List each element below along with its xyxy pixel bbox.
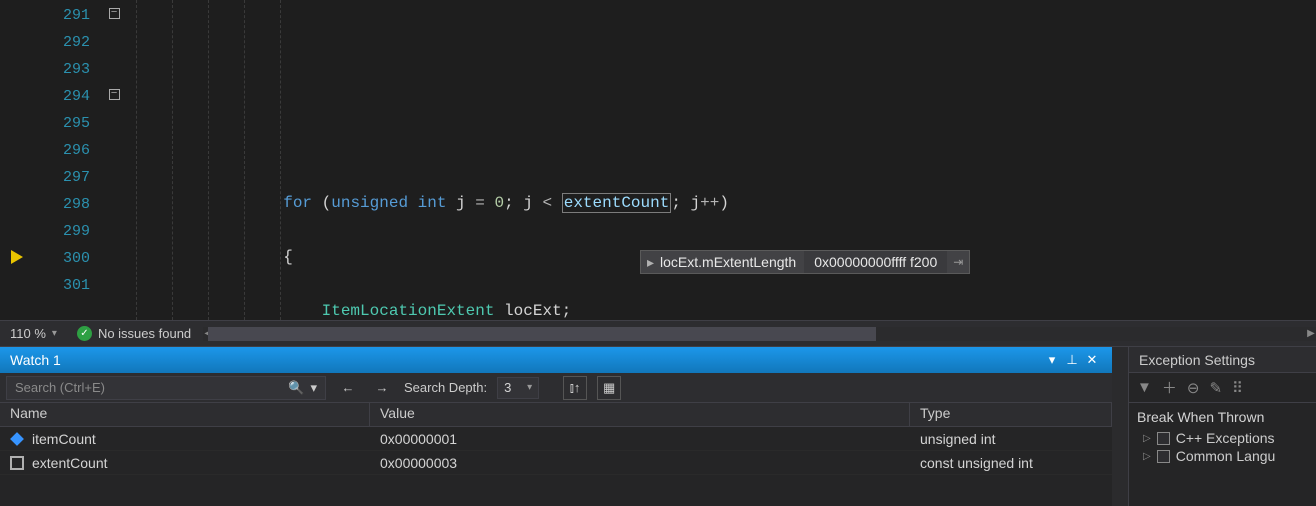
current-line-arrow-icon: [11, 250, 23, 264]
break-when-thrown-header: Break When Thrown: [1137, 409, 1308, 425]
settings-icon[interactable]: ⠿: [1232, 379, 1243, 397]
column-value[interactable]: Value: [370, 403, 910, 426]
watch-value[interactable]: 0x00000001: [370, 429, 910, 449]
exception-toolbar: ▼ ＋ ⊖ ✎ ⠿: [1129, 373, 1316, 403]
search-depth-value: 3: [504, 380, 511, 395]
watch-name: extentCount: [32, 455, 108, 471]
filter-icon[interactable]: ▼: [1137, 379, 1152, 396]
search-depth-label: Search Depth:: [404, 380, 487, 395]
datatip-value: 0x00000000ffff f200: [804, 251, 947, 273]
nav-back-icon[interactable]: ←: [336, 376, 360, 400]
editor-status-bar: 110 % ✓ No issues found ◀ ▶: [0, 320, 1316, 346]
watch-toolbar: Search (Ctrl+E) 🔍 ▾ ← → Search Depth: 3 …: [0, 373, 1112, 403]
debug-datatip[interactable]: ▸ locExt.mExtentLength 0x00000000ffff f2…: [640, 250, 970, 274]
chevron-right-icon[interactable]: ▷: [1143, 451, 1151, 462]
watch-type: unsigned int: [910, 429, 1112, 449]
watch-columns-header[interactable]: Name Value Type: [0, 403, 1112, 427]
zoom-value: 110 %: [10, 326, 46, 341]
column-name[interactable]: Name: [0, 403, 370, 426]
watch-row[interactable]: extentCount 0x00000003 const unsigned in…: [0, 451, 1112, 475]
line-number: 294: [40, 83, 90, 110]
scroll-right-icon[interactable]: ▶: [1304, 327, 1316, 341]
code-editor[interactable]: 291 292 293 294 295 296 297 298 299 300 …: [0, 0, 1316, 320]
line-number: 297: [40, 164, 90, 191]
exception-category-row[interactable]: ▷ C++ Exceptions: [1137, 429, 1308, 447]
exception-label: C++ Exceptions: [1176, 430, 1275, 446]
search-depth-input[interactable]: 3 ▾: [497, 377, 539, 399]
chevron-right-icon[interactable]: ▷: [1143, 433, 1151, 444]
line-number: 299: [40, 218, 90, 245]
remove-icon[interactable]: ⊖: [1187, 379, 1200, 397]
line-number: 301: [40, 272, 90, 299]
watch-value[interactable]: 0x00000003: [370, 453, 910, 473]
pin-icon[interactable]: ⊥: [1062, 352, 1082, 368]
datatip-expression: locExt.mExtentLength: [660, 249, 804, 276]
watch-rows: itemCount 0x00000001 unsigned int extent…: [0, 427, 1112, 475]
watch-panel: Watch 1 ▾ ⊥ ✕ Search (Ctrl+E) 🔍 ▾ ← → Se…: [0, 347, 1112, 506]
line-number: 300: [40, 245, 90, 272]
no-issues-label: No issues found: [98, 326, 191, 341]
search-icon[interactable]: 🔍: [288, 380, 304, 396]
nav-forward-icon[interactable]: →: [370, 376, 394, 400]
exception-checkbox[interactable]: [1157, 450, 1170, 463]
code-line[interactable]: for (unsigned int j = 0; j < extentCount…: [128, 190, 1316, 217]
dropdown-icon[interactable]: ▾: [310, 380, 317, 396]
search-input[interactable]: Search (Ctrl+E) 🔍 ▾: [6, 376, 326, 400]
exception-category-row[interactable]: ▷ Common Langu: [1137, 447, 1308, 465]
column-type[interactable]: Type: [910, 403, 1112, 426]
exception-label: Common Langu: [1176, 448, 1276, 464]
scroll-thumb[interactable]: [208, 327, 876, 341]
line-number: 293: [40, 56, 90, 83]
zoom-dropdown[interactable]: 110 %: [0, 326, 67, 341]
code-line[interactable]: ItemLocationExtent locExt;: [128, 298, 1316, 320]
watch-type: const unsigned int: [910, 453, 1112, 473]
horizontal-scrollbar[interactable]: ◀ ▶: [203, 327, 1316, 341]
watch-title-bar[interactable]: Watch 1 ▾ ⊥ ✕: [0, 347, 1112, 373]
exception-title: Exception Settings: [1139, 352, 1255, 368]
pin-icon[interactable]: ⇥: [947, 249, 969, 276]
vertical-scrollbar[interactable]: [1112, 347, 1128, 506]
dropdown-icon[interactable]: ▾: [527, 382, 532, 393]
variable-icon: [10, 432, 24, 446]
exception-checkbox[interactable]: [1157, 432, 1170, 445]
line-number: 295: [40, 110, 90, 137]
line-number: 296: [40, 137, 90, 164]
exception-settings-panel: Exception Settings ▼ ＋ ⊖ ✎ ⠿ Break When …: [1128, 347, 1316, 506]
watch-name: itemCount: [32, 431, 96, 447]
fold-toggle-icon[interactable]: −: [109, 8, 120, 19]
watch-title: Watch 1: [10, 352, 1042, 368]
fold-toggle-icon[interactable]: −: [109, 89, 120, 100]
filter-icon[interactable]: ⫾↑: [563, 376, 587, 400]
search-placeholder: Search (Ctrl+E): [15, 380, 105, 395]
line-number: 291: [40, 2, 90, 29]
exception-title-bar[interactable]: Exception Settings: [1129, 347, 1316, 373]
add-icon[interactable]: ＋: [1162, 377, 1177, 398]
close-icon[interactable]: ✕: [1082, 352, 1102, 368]
window-dropdown-icon[interactable]: ▾: [1042, 352, 1062, 368]
view-icon[interactable]: ▦: [597, 376, 621, 400]
glyph-margin[interactable]: [0, 0, 40, 320]
code-body[interactable]: for (unsigned int j = 0; j < extentCount…: [128, 0, 1316, 320]
line-number-gutter: 291 292 293 294 295 296 297 298 299 300 …: [40, 0, 100, 320]
line-number: 298: [40, 191, 90, 218]
fold-gutter[interactable]: − −: [100, 0, 128, 320]
line-number: 292: [40, 29, 90, 56]
edit-icon[interactable]: ✎: [1209, 379, 1222, 397]
checkmark-icon: ✓: [77, 326, 92, 341]
variable-icon: [10, 456, 24, 470]
expand-icon[interactable]: ▸: [641, 249, 660, 276]
watch-row[interactable]: itemCount 0x00000001 unsigned int: [0, 427, 1112, 451]
